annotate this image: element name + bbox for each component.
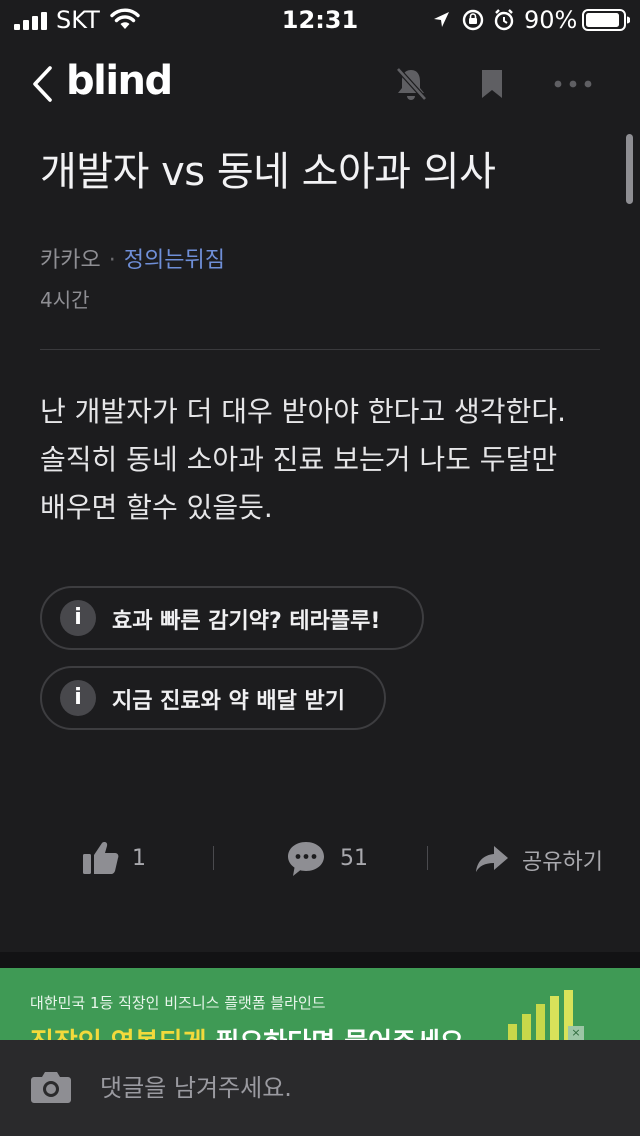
camera-icon[interactable] [30,1068,72,1104]
orientation-lock-icon [462,9,484,31]
info-icon: i [60,600,96,636]
comment-count: 51 [340,846,368,871]
scroll-indicator[interactable] [626,134,633,204]
like-count: 1 [132,846,146,871]
comment-bar [0,1040,640,1136]
share-icon[interactable] [474,844,510,874]
actions-bar: 1 51 공유하기 [0,836,640,882]
blind-logo: blind [66,58,173,104]
post-meta: 카카오 · 정의는뒤짐 [40,242,225,274]
more-icon[interactable] [554,80,592,88]
comment-icon[interactable] [286,840,326,878]
post-body: 난 개발자가 더 대우 받아야 한다고 생각한다. 솔직히 동네 소아과 진료 … [40,388,610,532]
ad-link-chip[interactable]: i 지금 진료와 약 배달 받기 [40,666,386,730]
back-icon[interactable] [30,64,54,104]
ad-link-label: 효과 빠른 감기약? 테라플루! [112,609,381,634]
post-time: 4시간 [40,288,90,312]
battery-percent: 90% [524,6,578,34]
comment-input[interactable] [100,1068,600,1108]
banner-ad[interactable]: 대한민국 1등 직장인 비즈니스 플랫폼 블라인드 직장인 연봉되게 필요하다면… [0,968,640,1040]
body-line: 배우면 할수 있을듯. [40,491,273,524]
screen: SKT 12:31 90% blind 개발자 vs 동네 소아과 의사 카카오… [0,0,640,1136]
info-icon: i [60,680,96,716]
banner-subtitle: 대한민국 1등 직장인 비즈니스 플랫폼 블라인드 [30,994,326,1012]
ad-link-label: 지금 진료와 약 배달 받기 [112,689,346,714]
ad-link-chip[interactable]: i 효과 빠른 감기약? 테라플루! [40,586,424,650]
body-line: 난 개발자가 더 대우 받아야 한다고 생각한다. [40,395,566,428]
bell-muted-icon[interactable] [394,66,428,102]
bookmark-icon[interactable] [480,68,504,100]
post-title: 개발자 vs 동네 소아과 의사 [40,149,496,195]
banner-headline: 직장인 연봉되게 필요하다면 물어주세요 [30,1022,464,1040]
location-icon [434,12,449,27]
banner-headline-highlight: 직장인 연봉되게 [30,1028,207,1040]
alarm-icon [494,9,514,31]
battery-icon [582,9,630,31]
banner-headline-rest: 필요하다면 물어주세요 [207,1028,464,1040]
action-separator [213,846,214,870]
status-bar: SKT 12:31 90% [0,0,640,40]
body-line: 솔직히 동네 소아과 진료 보는거 나도 두달만 [40,443,558,476]
divider [40,349,600,350]
meta-separator: · [108,248,116,273]
nav-bar: blind [0,50,640,120]
company-name: 카카오 [40,248,101,273]
section-gap [0,952,640,968]
ad-close-icon[interactable]: × [568,1026,584,1040]
share-button[interactable]: 공유하기 [522,844,603,876]
action-separator [427,846,428,870]
status-icons [434,9,514,31]
author-nickname[interactable]: 정의는뒤짐 [124,248,225,273]
thumbs-up-icon[interactable] [82,840,120,876]
